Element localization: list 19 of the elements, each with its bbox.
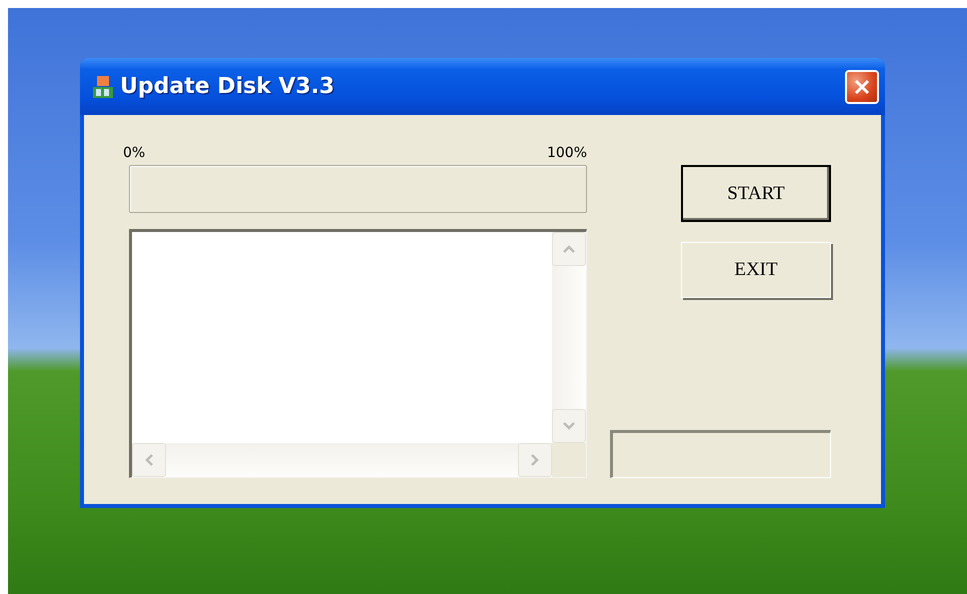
scroll-right-button[interactable] — [518, 443, 552, 477]
window-title: Update Disk V3.3 — [120, 74, 336, 99]
chevron-left-icon — [144, 453, 154, 467]
chevron-right-icon — [530, 453, 540, 467]
horizontal-scrollbar[interactable] — [132, 443, 552, 477]
app-icon — [92, 74, 114, 98]
close-button[interactable] — [845, 70, 879, 104]
start-button[interactable]: START — [681, 165, 831, 222]
chevron-down-icon — [562, 421, 576, 431]
scroll-down-button[interactable] — [552, 409, 586, 443]
scroll-left-button[interactable] — [132, 443, 166, 477]
close-icon — [853, 78, 871, 96]
scrollbar-corner — [552, 443, 586, 477]
scroll-up-button[interactable] — [552, 232, 586, 266]
min-label: 0% — [123, 145, 146, 161]
chevron-up-icon — [562, 244, 576, 254]
max-label: 100% — [546, 145, 587, 161]
exit-button[interactable]: EXIT — [681, 242, 831, 298]
vertical-scrollbar[interactable] — [552, 232, 586, 443]
